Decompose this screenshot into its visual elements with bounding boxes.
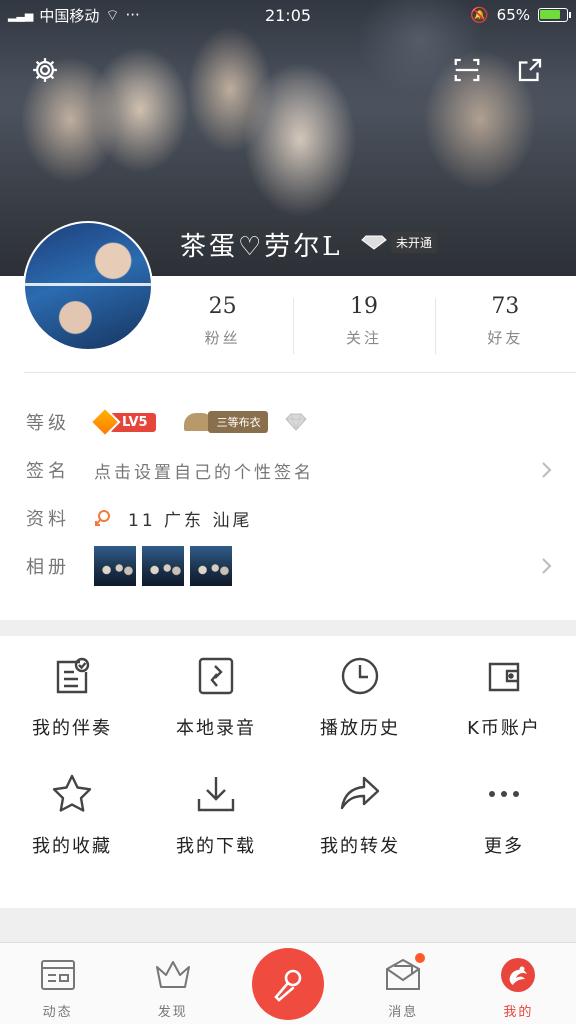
history-clock-icon [341, 657, 379, 695]
grid-item-downloads[interactable]: 我的下载 [144, 772, 288, 890]
rank-badge[interactable]: 三等布衣 [183, 411, 268, 433]
grid-label: K币账户 [467, 718, 541, 739]
gem-icon[interactable] [284, 412, 308, 432]
tab-feed[interactable]: 动态 [0, 943, 115, 1024]
album-label: 相册 [26, 557, 70, 578]
grid-label: 我的伴奏 [32, 718, 112, 739]
tab-me[interactable]: 我的 [461, 943, 576, 1024]
tab-messages[interactable]: 消息 [346, 943, 461, 1024]
gender-icon [95, 510, 110, 526]
tab-label: 发现 [157, 1005, 188, 1020]
download-icon [197, 777, 235, 812]
avatar[interactable] [23, 221, 153, 351]
star-icon [52, 774, 92, 812]
accompaniment-icon [56, 657, 90, 694]
stat-value: 19 [349, 294, 378, 319]
level-diamond-icon [89, 406, 121, 438]
stat-label: 关注 [345, 329, 382, 347]
wallet-icon [488, 662, 520, 692]
grid-item-accompaniment[interactable]: 我的伴奏 [0, 654, 144, 772]
chevron-right-icon [540, 461, 552, 479]
album-photo[interactable] [94, 546, 136, 586]
stat-following[interactable]: 19 关注 [293, 290, 434, 360]
profile-icon [501, 958, 536, 992]
tab-label: 我的 [503, 1005, 534, 1020]
scan-icon[interactable] [449, 52, 485, 88]
info-label: 资料 [26, 509, 70, 530]
more-dots-icon [489, 791, 519, 797]
divider [24, 372, 576, 373]
diamond-icon [361, 235, 387, 250]
microphone-icon [274, 969, 302, 1002]
stat-label: 好友 [487, 329, 524, 347]
grid-label: 播放历史 [320, 718, 400, 739]
status-time: 21:05 [264, 5, 312, 25]
feed-icon [40, 960, 75, 990]
stat-friends[interactable]: 73 好友 [434, 290, 576, 360]
stat-value: 73 [491, 294, 520, 319]
share-arrow-icon [340, 776, 380, 810]
grid-item-more[interactable]: 更多 [432, 772, 576, 890]
vip-status: 未开通 [391, 231, 438, 253]
grid-label: 更多 [484, 836, 524, 857]
stat-value: 25 [208, 294, 237, 319]
signature-placeholder: 点击设置自己的个性签名 [94, 462, 314, 483]
chevron-right-icon [540, 557, 552, 575]
stats-row: 25 粉丝 19 关注 73 好友 [152, 290, 576, 360]
album-photo[interactable] [190, 546, 232, 586]
crown-icon [155, 961, 190, 988]
grid-label: 本地录音 [176, 718, 256, 739]
settings-gear-icon[interactable] [27, 52, 63, 88]
stat-fans[interactable]: 25 粉丝 [152, 290, 293, 360]
notification-dot [414, 953, 425, 963]
vip-badge[interactable]: 未开通 [360, 231, 438, 253]
level-badge[interactable]: LV5 [89, 406, 156, 438]
record-button[interactable] [252, 948, 324, 1020]
tab-label: 消息 [388, 1005, 419, 1020]
album-photo[interactable] [142, 546, 184, 586]
grid-label: 我的转发 [320, 836, 400, 857]
share-icon[interactable] [512, 52, 548, 88]
grid-item-history[interactable]: 播放历史 [288, 654, 432, 772]
status-bar: ▂▃▅ 中国移动 ⌔ ··· 21:05 🔕 65% [0, 0, 576, 30]
grid-item-reposts[interactable]: 我的转发 [288, 772, 432, 890]
grid-item-favorites[interactable]: 我的收藏 [0, 772, 144, 890]
feature-grid: 我的伴奏 本地录音 播放历史 K币账户 我的收藏 我的下载 我的转发 更多 [0, 636, 576, 908]
info-row[interactable]: 资料 11 广东 汕尾 [26, 500, 556, 536]
tab-discover[interactable]: 发现 [115, 943, 230, 1024]
local-recording-icon [198, 657, 234, 695]
grid-label: 我的收藏 [32, 836, 112, 857]
grid-item-wallet[interactable]: K币账户 [432, 654, 576, 772]
level-row[interactable]: 等级 LV5 三等布衣 [26, 404, 556, 440]
signature-row[interactable]: 签名 点击设置自己的个性签名 [26, 452, 556, 488]
grid-label: 我的下载 [176, 836, 256, 857]
rank-value: 三等布衣 [207, 411, 268, 433]
stat-label: 粉丝 [204, 329, 241, 347]
battery-icon [538, 8, 571, 22]
album-row[interactable]: 相册 [26, 544, 556, 588]
signature-label: 签名 [26, 461, 70, 482]
tab-label: 动态 [42, 1005, 73, 1020]
level-label: 等级 [26, 413, 70, 434]
nickname[interactable]: 茶蛋♡劳尔L [180, 226, 343, 263]
grid-item-local-recording[interactable]: 本地录音 [144, 654, 288, 772]
info-text: 11 广东 汕尾 [128, 510, 253, 531]
